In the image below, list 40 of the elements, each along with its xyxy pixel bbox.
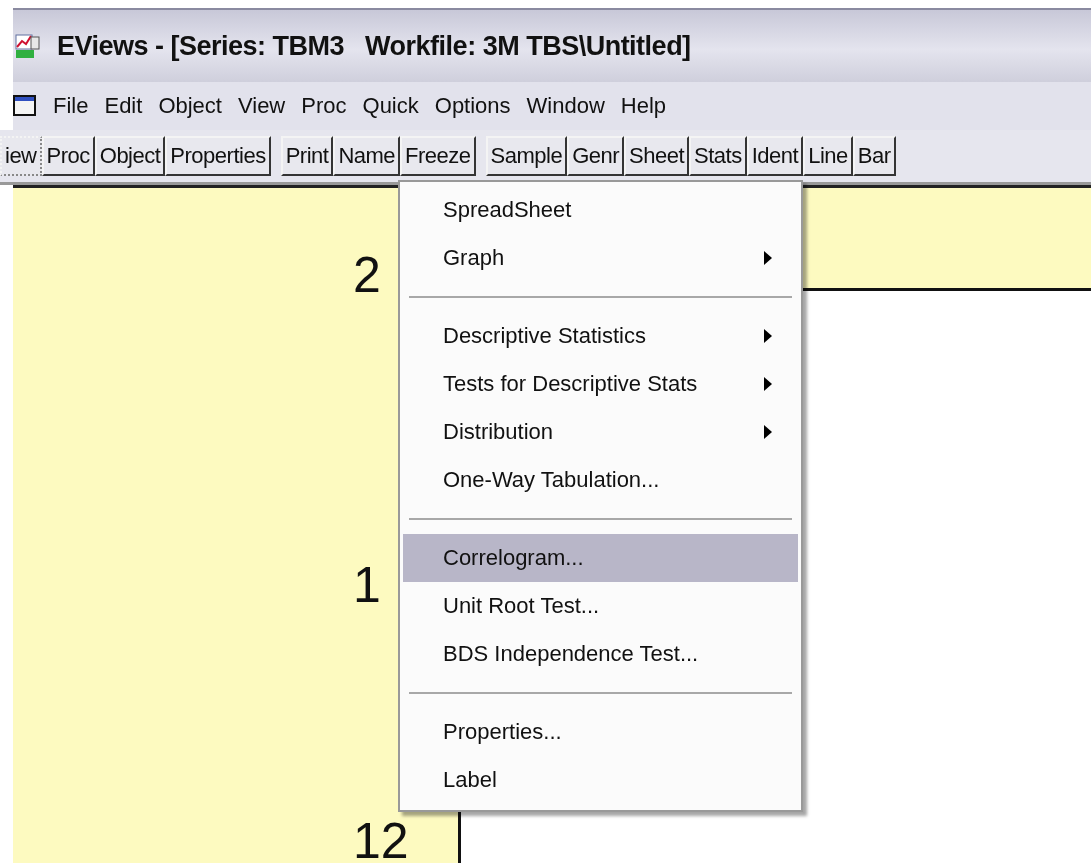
toolbar-button[interactable]: Name xyxy=(333,136,401,176)
toolbar-button[interactable]: Ident xyxy=(746,136,804,176)
toolbar-button[interactable]: Print xyxy=(280,136,334,176)
toolbar-button[interactable]: Genr xyxy=(567,136,625,176)
axis-label: 12 xyxy=(353,816,409,863)
menu-item[interactable]: Correlogram... xyxy=(403,534,798,582)
menu-item[interactable]: Distribution xyxy=(403,408,798,456)
toolbar-button[interactable]: Proc xyxy=(41,136,95,176)
toolbar-button[interactable]: Sample xyxy=(485,136,568,176)
toolbar-button[interactable]: Line xyxy=(803,136,853,176)
toolbar-button[interactable]: Stats xyxy=(689,136,747,176)
toolbar-button[interactable]: Freeze xyxy=(400,136,476,176)
window-title: EViews - [Series: TBM3 Workfile: 3M TBS\Untitled] xyxy=(57,30,691,62)
menu-item[interactable]: Tests for Descriptive Stats xyxy=(403,360,798,408)
axis-label: 1 xyxy=(353,560,381,610)
menu-item[interactable]: Window xyxy=(518,93,613,119)
axis-label: 2 xyxy=(353,250,381,300)
menu-item[interactable]: Help xyxy=(612,93,675,119)
menu-item[interactable]: One-Way Tabulation... xyxy=(403,456,798,504)
chart-icon xyxy=(15,33,41,59)
menu-item[interactable]: Edit xyxy=(96,93,151,119)
menu-item[interactable]: File xyxy=(45,93,97,119)
menu-item[interactable]: Descriptive Statistics xyxy=(403,312,798,360)
window-icon[interactable] xyxy=(13,95,37,117)
menu-item[interactable]: SpreadSheet xyxy=(403,186,798,234)
toolbar-button[interactable]: Properties xyxy=(165,136,271,176)
toolbar-button[interactable]: Sheet xyxy=(624,136,690,176)
menu-item[interactable]: Options xyxy=(426,93,519,119)
menu-item[interactable]: View xyxy=(229,93,294,119)
menu-item[interactable]: Proc xyxy=(293,93,355,119)
toolbar-button[interactable]: Object xyxy=(94,136,166,176)
toolbar-button[interactable]: iew xyxy=(0,136,42,176)
menu-item[interactable]: Quick xyxy=(354,93,427,119)
menu-item[interactable]: BDS Independence Test... xyxy=(403,630,798,678)
menu-item[interactable]: Label xyxy=(403,756,798,804)
menu-item[interactable]: Unit Root Test... xyxy=(403,582,798,630)
menu-item[interactable]: Properties... xyxy=(403,708,798,756)
menu-item[interactable]: Object xyxy=(150,93,230,119)
menu-item[interactable]: Graph xyxy=(403,234,798,282)
toolbar-button[interactable]: Bar xyxy=(852,136,896,176)
